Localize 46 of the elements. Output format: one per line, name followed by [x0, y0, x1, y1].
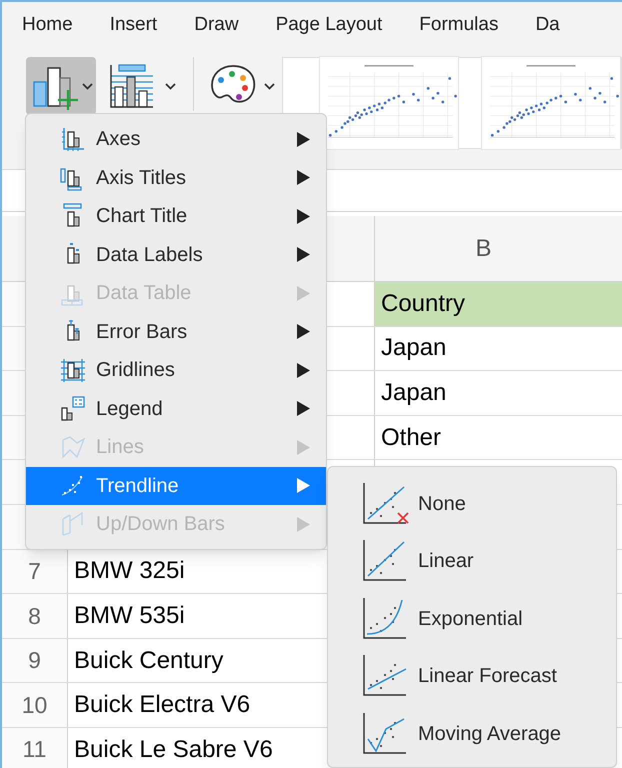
submenu-arrow-icon — [297, 324, 310, 340]
submenu-arrow-icon — [297, 208, 310, 224]
menu-item[interactable]: Trendline — [26, 466, 326, 505]
menu-item[interactable]: Data Labels — [26, 236, 326, 274]
scatter-chart-thumbnail[interactable] — [319, 56, 459, 150]
submenu-arrow-icon — [297, 440, 310, 455]
row-header[interactable]: 7 — [2, 550, 68, 594]
submenu-arrow-icon — [297, 132, 310, 147]
menu-item[interactable]: None — [328, 475, 616, 532]
add-chart-element-button[interactable] — [26, 57, 96, 115]
row-header[interactable]: 11 — [2, 728, 68, 768]
row-header[interactable]: 10 — [2, 683, 68, 727]
caret-icon — [264, 82, 276, 90]
menu-item[interactable]: Error Bars — [26, 312, 326, 351]
row-header[interactable]: 8 — [2, 594, 68, 638]
table-cell-text: Japan — [380, 378, 448, 408]
submenu-arrow-icon — [297, 401, 310, 416]
submenu-arrow-icon — [297, 170, 310, 186]
ribbon-tab[interactable]: Da — [535, 10, 560, 40]
chart-layout-icon — [108, 63, 155, 109]
menu-item[interactable]: Axes — [26, 120, 326, 158]
legend-icon — [60, 396, 86, 422]
ribbon-tab[interactable]: Formulas — [419, 10, 498, 40]
ribbon-tab[interactable]: Page Layout — [276, 10, 382, 40]
table-cell-text: Japan — [380, 333, 448, 364]
header-cell: Country — [375, 282, 622, 326]
caret-icon — [164, 82, 176, 90]
scatter-chart-thumbnail[interactable] — [481, 56, 621, 150]
submenu-arrow-icon — [297, 478, 310, 494]
menu-item[interactable]: Chart Title — [26, 197, 326, 236]
ribbon-tab[interactable]: Insert — [110, 10, 158, 40]
menu-item[interactable]: Gridlines — [26, 351, 326, 390]
caret-icon — [82, 82, 93, 90]
ribbon-tab[interactable]: Home — [22, 10, 73, 40]
menu-item[interactable]: Axis Titles — [26, 158, 326, 197]
lines-icon — [60, 434, 86, 460]
table-cell-text: Other — [380, 422, 442, 453]
row-header[interactable]: 9 — [2, 638, 68, 682]
menu-item[interactable]: Legend — [26, 390, 326, 428]
ribbon-tab[interactable]: Draw — [194, 10, 239, 40]
submenu-arrow-icon — [297, 286, 310, 301]
axes-icon — [60, 126, 86, 152]
submenu-arrow-icon — [297, 247, 310, 262]
submenu-arrow-icon — [297, 362, 310, 378]
gridlines-icon — [60, 357, 86, 384]
submenu-arrow-icon — [297, 516, 310, 532]
